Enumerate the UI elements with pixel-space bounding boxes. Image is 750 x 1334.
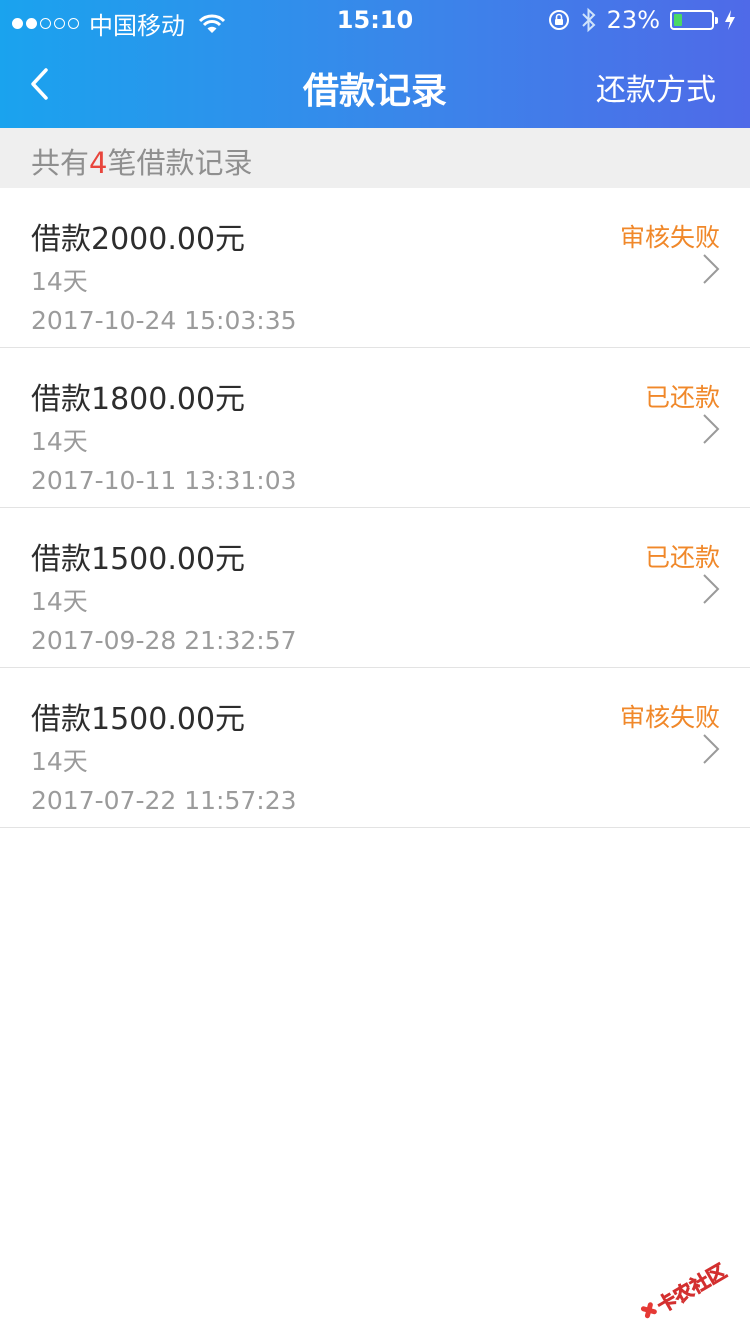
watermark-logo: 卡农社区 [640, 1260, 731, 1319]
record-count: 4 [89, 146, 108, 180]
watermark-text: 卡农社区 [653, 1260, 730, 1317]
loan-duration: 14天 [31, 267, 88, 296]
loan-amount: 借款1500.00元 [31, 542, 246, 577]
bluetooth-icon [581, 7, 596, 33]
loan-status: 已还款 [644, 383, 720, 412]
battery-percent: 23% [606, 6, 660, 34]
loan-status: 审核失败 [619, 703, 720, 732]
rotation-lock-icon [548, 10, 569, 30]
loan-amount: 借款2000.00元 [31, 222, 246, 257]
chevron-right-icon [703, 254, 720, 284]
loan-status: 已还款 [644, 543, 720, 572]
chevron-right-icon [703, 574, 720, 604]
loan-record-item[interactable]: 借款1500.00元 14天 2017-07-22 11:57:23 审核失败 [0, 668, 750, 828]
summary-prefix: 共有 [31, 146, 90, 180]
loan-date: 2017-07-22 11:57:23 [31, 786, 297, 815]
records-summary: 共有4笔借款记录 [0, 128, 750, 188]
summary-text: 共有4笔借款记录 [31, 140, 252, 182]
loan-duration: 14天 [31, 587, 88, 616]
repayment-method-button[interactable]: 还款方式 [596, 65, 716, 109]
app-header: 中国移动 15:10 23% 借款记录 还款方式 [0, 0, 750, 128]
loan-date: 2017-10-11 13:31:03 [31, 466, 297, 495]
loan-date: 2017-09-28 21:32:57 [31, 626, 297, 655]
battery-icon [670, 10, 718, 30]
loan-record-item[interactable]: 借款2000.00元 14天 2017-10-24 15:03:35 审核失败 [0, 188, 750, 348]
chevron-right-icon [703, 734, 720, 764]
loan-duration: 14天 [31, 427, 88, 456]
status-right-group: 23% [547, 6, 736, 34]
charging-icon [725, 10, 735, 30]
loan-amount: 借款1800.00元 [31, 382, 246, 417]
loan-record-item[interactable]: 借款1500.00元 14天 2017-09-28 21:32:57 已还款 [0, 508, 750, 668]
loan-amount: 借款1500.00元 [31, 702, 246, 737]
status-bar: 中国移动 15:10 23% [0, 0, 750, 40]
loan-record-item[interactable]: 借款1800.00元 14天 2017-10-11 13:31:03 已还款 [0, 348, 750, 508]
loan-status: 审核失败 [619, 223, 720, 252]
loan-record-list: 借款2000.00元 14天 2017-10-24 15:03:35 审核失败 … [0, 188, 750, 828]
loan-date: 2017-10-24 15:03:35 [31, 306, 297, 335]
summary-suffix: 笔借款记录 [107, 146, 253, 180]
loan-duration: 14天 [31, 747, 88, 776]
chevron-right-icon [703, 414, 720, 444]
nav-bar: 借款记录 还款方式 [0, 40, 750, 128]
